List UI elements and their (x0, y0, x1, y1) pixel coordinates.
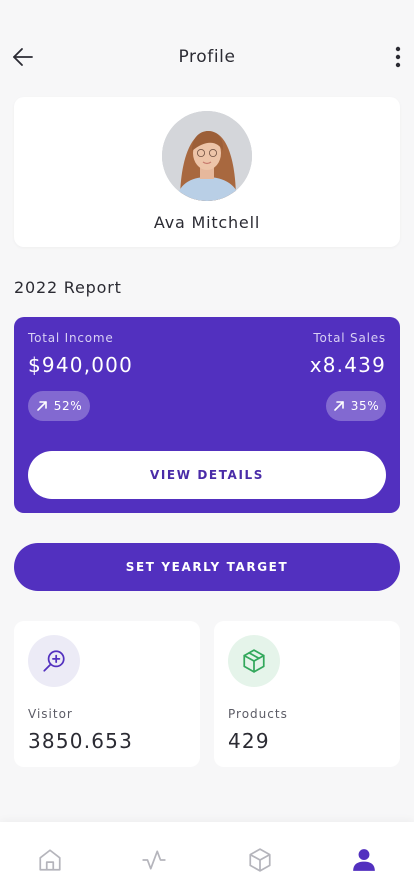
income-label: Total Income (28, 331, 114, 345)
report-section-title: 2022 Report (14, 278, 122, 297)
user-photo (162, 111, 252, 201)
more-options-button[interactable] (390, 44, 406, 70)
visitor-card[interactable]: Visitor 3850.653 (14, 621, 200, 767)
products-label: Products (228, 707, 288, 721)
report-card: Total Income $940,000 Total Sales x8.439… (14, 317, 400, 513)
sales-change-value: 35% (350, 399, 380, 413)
zoom-in-icon (43, 650, 65, 672)
products-value: 429 (228, 729, 270, 753)
income-change-value: 52% (53, 399, 83, 413)
box-icon (249, 848, 271, 872)
nav-activity[interactable] (140, 846, 168, 874)
nav-profile[interactable] (350, 846, 378, 874)
nav-home[interactable] (36, 846, 64, 874)
box-icon (243, 649, 265, 673)
arrow-left-icon (13, 48, 33, 66)
home-icon (39, 849, 61, 871)
income-value: $940,000 (28, 353, 134, 377)
view-details-button[interactable]: VIEW DETAILS (28, 451, 386, 499)
income-change-badge: 52% (28, 391, 90, 421)
sales-change-badge: 35% (326, 391, 386, 421)
more-vertical-icon (395, 46, 401, 68)
page-title: Profile (178, 47, 236, 67)
user-name: Ava Mitchell (153, 213, 261, 232)
avatar[interactable] (162, 111, 252, 201)
set-yearly-target-button[interactable]: SET YEARLY TARGET (14, 543, 400, 591)
products-icon-wrap (228, 635, 280, 687)
sales-value: x8.439 (309, 353, 386, 377)
back-button[interactable] (10, 44, 36, 70)
visitor-icon-wrap (28, 635, 80, 687)
bottom-navigation (0, 822, 414, 896)
profile-screen: Profile Ava Mitchell 2022 Report Total I… (0, 0, 414, 896)
activity-icon (142, 850, 166, 870)
profile-card: Ava Mitchell (14, 97, 400, 247)
arrow-up-right-icon (36, 401, 47, 411)
arrow-up-right-icon (333, 401, 344, 411)
visitor-value: 3850.653 (28, 729, 134, 753)
user-icon (353, 849, 375, 871)
app-header: Profile (0, 34, 414, 80)
nav-products[interactable] (246, 846, 274, 874)
products-card[interactable]: Products 429 (214, 621, 400, 767)
sales-label: Total Sales (313, 331, 386, 345)
visitor-label: Visitor (28, 707, 73, 721)
